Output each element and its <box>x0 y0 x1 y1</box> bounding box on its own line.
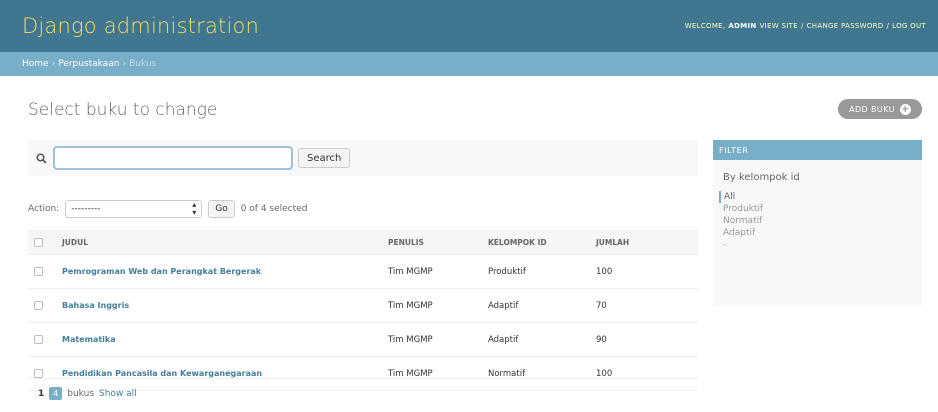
table-row: Matematika Tim MGMP Adaptif 90 <box>28 322 698 357</box>
filter-title: By kelompok id <box>723 172 800 183</box>
breadcrumb-separator: › <box>51 59 56 69</box>
row-checkbox[interactable] <box>34 368 43 378</box>
breadcrumb-separator: › <box>122 59 127 69</box>
table-row: Pemrograman Web dan Perangkat Bergerak T… <box>28 254 698 289</box>
column-header-penulis[interactable]: PENULIS <box>382 230 482 255</box>
result-table: JUDUL PENULIS KELOMPOK ID JUMLAH Pemrogr… <box>28 230 698 391</box>
select-all-cell <box>28 230 56 255</box>
result-count-label: bukus <box>67 388 95 399</box>
breadcrumb-current: Bukus <box>129 59 157 69</box>
breadcrumb-home[interactable]: Home <box>22 59 49 69</box>
jumlah-cell: 90 <box>590 322 698 357</box>
welcome-text: WELCOME, <box>684 22 726 30</box>
filter-option-all[interactable]: All <box>719 191 912 203</box>
paginator: 1 4 bukus Show all <box>28 378 698 408</box>
search-button[interactable]: Search <box>298 148 351 168</box>
separator: / <box>886 22 890 30</box>
penulis-cell: Tim MGMP <box>382 288 482 323</box>
table-header-row: JUDUL PENULIS KELOMPOK ID JUMLAH <box>28 230 698 255</box>
kelompok-cell: Produktif <box>482 254 590 289</box>
plus-icon: + <box>899 103 911 115</box>
user-tools: WELCOME, ADMIN VIEW SITE / CHANGE PASSWO… <box>685 22 926 30</box>
penulis-cell: Tim MGMP <box>382 322 482 357</box>
judul-cell: Matematika <box>56 322 382 357</box>
row-checkbox-cell <box>28 288 56 323</box>
select-arrows-icon: ▴ ▾ <box>192 200 197 217</box>
kelompok-cell: Adaptif <box>482 288 590 323</box>
site-branding[interactable]: Django administration <box>22 14 259 38</box>
filter-option-normatif[interactable]: Normatif <box>719 215 912 227</box>
breadcrumb-app[interactable]: Perpustakaan <box>58 59 119 69</box>
action-select[interactable]: --------- ▴ ▾ <box>65 200 203 218</box>
breadcrumb: Home › Perpustakaan › Bukus <box>0 52 938 76</box>
filter-options: All Produktif Normatif Adaptif - <box>713 191 922 251</box>
jumlah-cell: 70 <box>590 288 698 323</box>
page-title: Select buku to change <box>28 100 218 120</box>
select-all-checkbox[interactable] <box>34 238 43 248</box>
judul-link[interactable]: Pemrograman Web dan Perangkat Bergerak <box>62 267 261 276</box>
column-header-kelompok[interactable]: KELOMPOK ID <box>482 230 590 255</box>
judul-cell: Bahasa Inggris <box>56 288 382 323</box>
judul-link[interactable]: Pendidikan Pancasila dan Kewarganegaraan <box>62 369 262 378</box>
judul-link[interactable]: Bahasa Inggris <box>62 301 129 310</box>
log-out-link[interactable]: LOG OUT <box>892 22 926 30</box>
filter-header: FILTER <box>713 140 922 160</box>
kelompok-cell: Adaptif <box>482 322 590 357</box>
action-label: Action: <box>28 204 60 214</box>
filter-option-produktif[interactable]: Produktif <box>719 203 912 215</box>
show-all-link[interactable]: Show all <box>99 389 137 399</box>
action-counter: 0 of 4 selected <box>240 204 308 214</box>
jumlah-cell: 100 <box>590 254 698 289</box>
column-header-judul[interactable]: JUDUL <box>56 230 382 255</box>
filter-option-empty[interactable]: - <box>719 239 912 251</box>
separator: / <box>800 22 804 30</box>
row-checkbox-cell <box>28 254 56 289</box>
row-checkbox[interactable] <box>34 300 43 310</box>
search-toolbar: Search <box>28 140 698 176</box>
go-button[interactable]: Go <box>208 200 235 218</box>
search-icon <box>34 151 48 165</box>
judul-link[interactable]: Matematika <box>62 335 116 344</box>
action-selected-option: --------- <box>71 204 101 214</box>
add-buku-button[interactable]: ADD BUKU + <box>838 99 922 119</box>
row-checkbox[interactable] <box>34 266 43 276</box>
result-count-badge: 4 <box>49 387 63 400</box>
change-password-link[interactable]: CHANGE PASSWORD <box>807 22 884 30</box>
username: ADMIN <box>728 22 757 30</box>
actions-bar: Action: --------- ▴ ▾ Go 0 of 4 selected <box>28 196 307 222</box>
judul-cell: Pemrograman Web dan Perangkat Bergerak <box>56 254 382 289</box>
search-input[interactable] <box>53 146 293 170</box>
table-row: Bahasa Inggris Tim MGMP Adaptif 70 <box>28 288 698 323</box>
penulis-cell: Tim MGMP <box>382 254 482 289</box>
row-checkbox[interactable] <box>34 334 43 344</box>
view-site-link[interactable]: VIEW SITE <box>760 22 798 30</box>
filter-panel: FILTER By kelompok id All Produktif Norm… <box>713 140 922 306</box>
filter-option-adaptif[interactable]: Adaptif <box>719 227 912 239</box>
header: Django administration WELCOME, ADMIN VIE… <box>0 0 938 52</box>
add-buku-label: ADD BUKU <box>849 104 895 114</box>
page-number[interactable]: 1 <box>38 389 44 399</box>
column-header-jumlah[interactable]: JUMLAH <box>590 230 698 255</box>
row-checkbox-cell <box>28 322 56 357</box>
